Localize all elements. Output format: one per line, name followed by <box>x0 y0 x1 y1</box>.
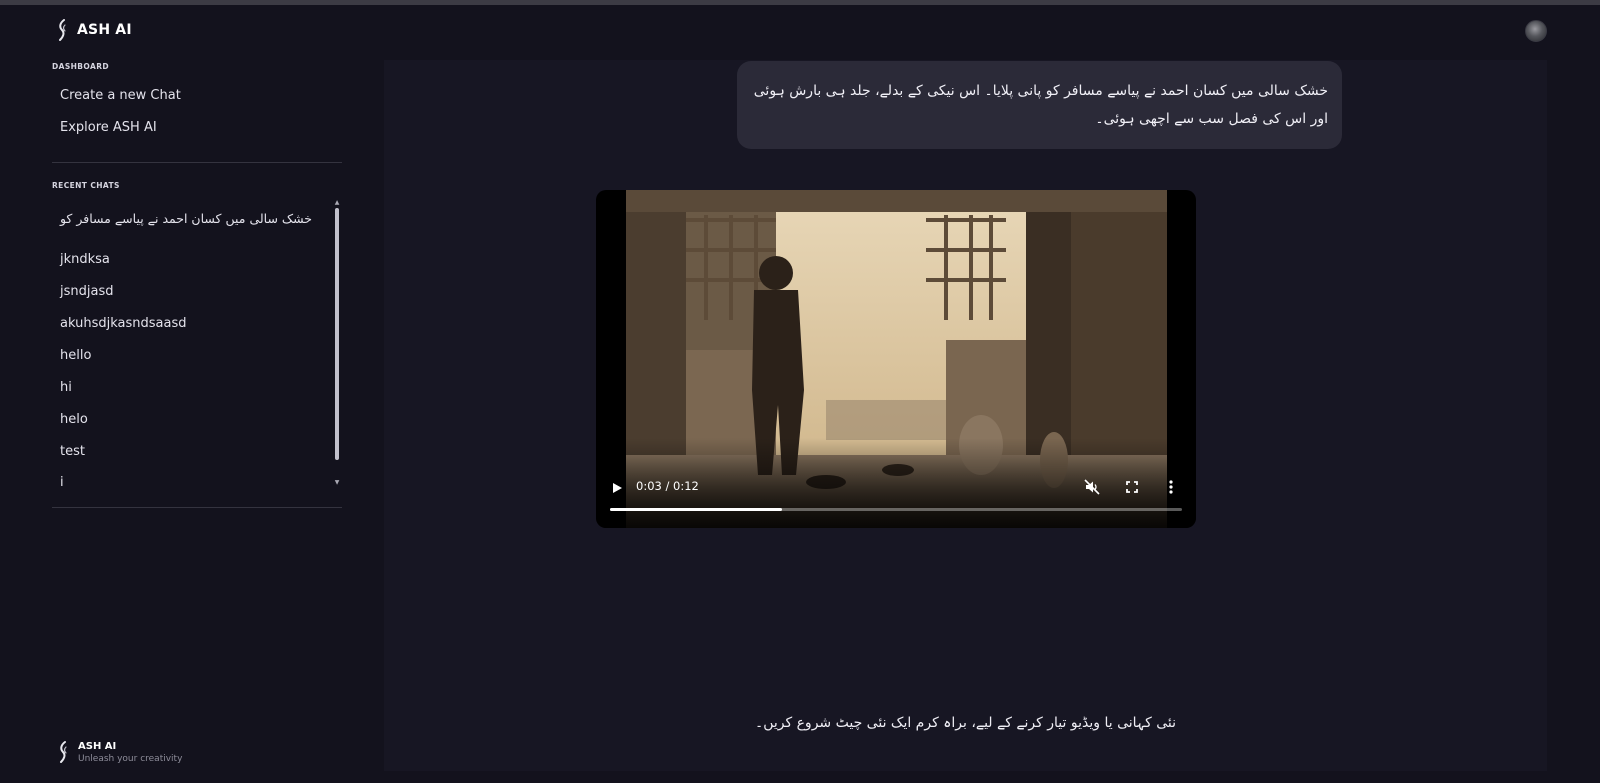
logo-icon <box>58 740 70 764</box>
footer-tagline: Unleash your creativity <box>78 753 183 764</box>
app-name: ASH AI <box>77 22 132 38</box>
explore-link[interactable]: Explore ASH AI <box>60 120 157 135</box>
video-player[interactable]: 0:03 / 0:12 <box>596 190 1196 528</box>
scrollbar-thumb[interactable] <box>335 208 339 460</box>
mute-icon[interactable] <box>1084 479 1100 495</box>
play-icon[interactable] <box>610 480 624 494</box>
window-top-strip <box>0 0 1600 5</box>
brand[interactable]: ASH AI <box>57 19 132 41</box>
recent-chats-label: RECENT CHATS <box>52 181 120 190</box>
user-message-bubble: خشک سالی میں کسان احمد نے پیاسے مسافر کو… <box>737 61 1342 149</box>
video-progress-fill <box>610 508 782 511</box>
recent-chat-item[interactable]: i <box>60 475 64 490</box>
more-vertical-icon[interactable] <box>1163 479 1179 495</box>
recent-chat-item[interactable]: خشک سالی میں کسان احمد نے پیاسے مسافر کو <box>60 211 312 226</box>
dashboard-section-label: DASHBOARD <box>52 62 110 71</box>
logo-icon <box>57 19 69 41</box>
footer-app-name: ASH AI <box>78 740 117 752</box>
avatar[interactable] <box>1525 20 1547 42</box>
scroll-down-icon[interactable]: ▼ <box>334 480 340 486</box>
recent-chat-item[interactable]: test <box>60 444 85 459</box>
recent-chat-item[interactable]: hello <box>60 348 91 363</box>
new-chat-notice: نئی کہانی یا ویڈیو تیار کرنے کے لیے، برا… <box>754 715 1177 731</box>
fullscreen-icon[interactable] <box>1124 479 1140 495</box>
recent-chat-item[interactable]: hi <box>60 380 72 395</box>
recent-chat-item[interactable]: jsndjasd <box>60 284 113 299</box>
create-new-chat-link[interactable]: Create a new Chat <box>60 88 181 103</box>
video-controls: 0:03 / 0:12 <box>596 438 1196 528</box>
video-progress-bar[interactable] <box>610 508 1182 511</box>
recent-chats-scrollbar[interactable]: ▲ ▼ <box>334 200 340 490</box>
recent-chat-item[interactable]: akuhsdjkasndsaasd <box>60 316 186 331</box>
sidebar-divider <box>52 162 342 163</box>
recent-chat-item[interactable]: jkndksa <box>60 252 110 267</box>
video-time: 0:03 / 0:12 <box>636 479 699 493</box>
recent-chats-list[interactable]: خشک سالی میں کسان احمد نے پیاسے مسافر کو… <box>52 200 342 498</box>
sidebar-divider <box>52 507 342 508</box>
recent-chat-item[interactable]: helo <box>60 412 88 427</box>
scroll-up-icon[interactable]: ▲ <box>334 200 340 206</box>
footer-brand: ASH AI Unleash your creativity <box>58 740 182 764</box>
